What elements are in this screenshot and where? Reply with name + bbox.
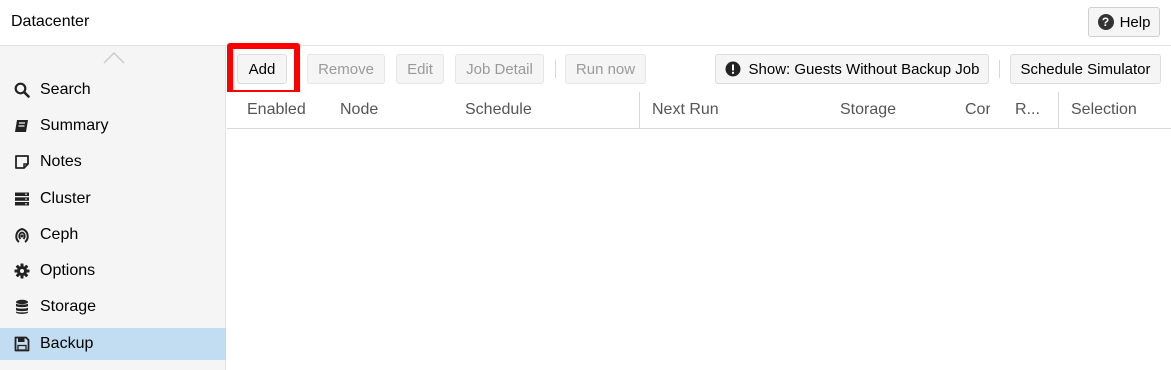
column-divider[interactable] [639,92,640,128]
note-icon [13,153,31,171]
column-divider[interactable] [1058,92,1059,128]
sidebar-item-ceph[interactable]: Ceph [0,219,226,251]
floppy-icon [13,335,31,353]
column-header-retention[interactable]: R... [1015,92,1045,128]
sidebar: Search Summary Notes Cluster Ceph Option… [0,46,226,370]
grid-body [227,129,1171,370]
column-header-storage[interactable]: Storage [840,92,950,128]
page-title: Datacenter [11,13,90,30]
column-header-schedule[interactable]: Schedule [465,92,635,128]
column-header-comment[interactable]: Cor [965,92,990,128]
sidebar-item-label: Cluster [40,190,91,207]
sidebar-item-label: Notes [40,153,82,170]
grid-header: Enabled Node Schedule Next Run Storage C… [227,92,1171,129]
server-icon [13,190,31,208]
book-icon [13,117,31,135]
sidebar-item-storage[interactable]: Storage [0,291,226,323]
help-button-label: Help [1119,13,1151,31]
exclamation-circle-icon [725,61,741,77]
sidebar-item-label: Search [40,81,91,98]
ceph-icon [13,226,31,244]
schedule-simulator-button[interactable]: Schedule Simulator [1010,54,1161,84]
title-bar: Datacenter ? Help [0,0,1171,46]
add-button[interactable]: Add [237,54,287,84]
sidebar-item-cluster[interactable]: Cluster [0,183,226,215]
toolbar-separator [999,60,1000,78]
run-now-button[interactable]: Run now [565,54,646,84]
sidebar-item-label: Ceph [40,226,79,243]
search-icon [13,81,31,99]
gear-icon [13,262,31,280]
column-header-selection[interactable]: Selection [1071,92,1166,128]
sidebar-item-label: Options [40,262,96,279]
chevron-up-icon[interactable] [103,52,125,64]
show-guests-label: Show: Guests Without Backup Job [748,60,980,78]
show-guests-without-backup-button[interactable]: Show: Guests Without Backup Job [715,54,989,84]
sidebar-item-label: Backup [40,335,94,352]
database-icon [13,298,31,316]
sidebar-item-summary[interactable]: Summary [0,110,226,142]
sidebar-item-search[interactable]: Search [0,74,226,106]
sidebar-item-notes[interactable]: Notes [0,146,226,178]
column-header-enabled[interactable]: Enabled [247,92,335,128]
sidebar-item-label: Summary [40,117,109,134]
sidebar-item-options[interactable]: Options [0,255,226,287]
job-detail-button[interactable]: Job Detail [455,54,544,84]
column-header-next-run[interactable]: Next Run [652,92,822,128]
question-circle-icon: ? [1097,14,1114,30]
toolbar-separator [555,60,556,78]
remove-button[interactable]: Remove [307,54,385,84]
column-header-node[interactable]: Node [340,92,450,128]
sidebar-item-label: Storage [40,298,97,315]
sidebar-item-backup[interactable]: Backup [0,328,226,360]
edit-button[interactable]: Edit [396,54,444,84]
help-button[interactable]: ? Help [1088,7,1160,37]
